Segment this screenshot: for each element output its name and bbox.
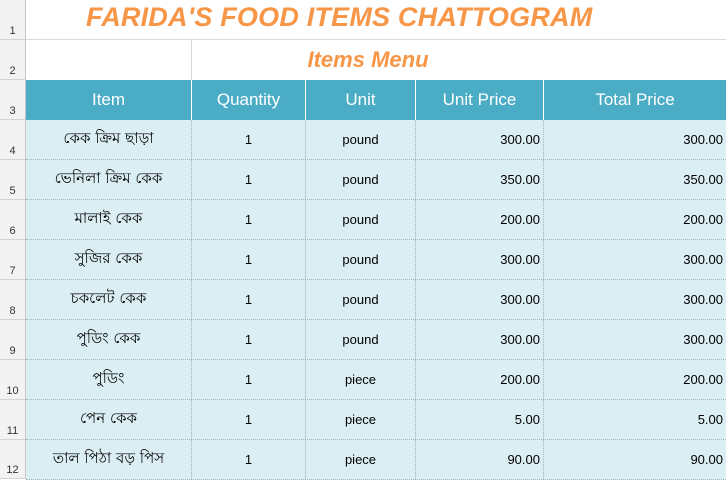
cell-unit-price[interactable]: 90.00 bbox=[416, 440, 544, 479]
cell-total-price[interactable]: 350.00 bbox=[544, 160, 726, 199]
cell-unit-price[interactable]: 5.00 bbox=[416, 400, 544, 439]
row-number[interactable]: 4 bbox=[0, 120, 25, 160]
cell-quantity[interactable]: 1 bbox=[192, 400, 306, 439]
cell-quantity[interactable]: 1 bbox=[192, 120, 306, 159]
row-number[interactable]: 3 bbox=[0, 80, 25, 120]
cell-total-price[interactable]: 5.00 bbox=[544, 400, 726, 439]
row-number[interactable]: 6 bbox=[0, 200, 25, 240]
cell-total-price[interactable]: 300.00 bbox=[544, 240, 726, 279]
table-row: সুজির কেক 1 pound 300.00 300.00 bbox=[26, 240, 726, 280]
cell-item[interactable]: ভেনিলা ক্রিম কেক bbox=[26, 160, 192, 199]
cell-item[interactable]: মালাই কেক bbox=[26, 200, 192, 239]
cell-quantity[interactable]: 1 bbox=[192, 280, 306, 319]
cell-item[interactable]: পুডিং bbox=[26, 360, 192, 399]
cell-quantity[interactable]: 1 bbox=[192, 360, 306, 399]
cell-unit-price[interactable]: 200.00 bbox=[416, 200, 544, 239]
table-row: মালাই কেক 1 pound 200.00 200.00 bbox=[26, 200, 726, 240]
cell-quantity[interactable]: 1 bbox=[192, 200, 306, 239]
cell-item[interactable]: পুডিং কেক bbox=[26, 320, 192, 359]
row-number[interactable]: 12 bbox=[0, 440, 25, 479]
cell-unit[interactable]: pound bbox=[306, 320, 416, 359]
row-number[interactable]: 11 bbox=[0, 400, 25, 440]
table-row: চকলেট কেক 1 pound 300.00 300.00 bbox=[26, 280, 726, 320]
cell-unit-price[interactable]: 300.00 bbox=[416, 240, 544, 279]
cell-item[interactable]: তাল পিঠা বড় পিস bbox=[26, 440, 192, 479]
cell-unit[interactable]: pound bbox=[306, 240, 416, 279]
cell-quantity[interactable]: 1 bbox=[192, 240, 306, 279]
sheet-title: FARIDA'S FOOD ITEMS CHATTOGRAM bbox=[86, 2, 593, 32]
cell-item[interactable]: পেন কেক bbox=[26, 400, 192, 439]
cell-unit[interactable]: pound bbox=[306, 200, 416, 239]
cell-unit-price[interactable]: 300.00 bbox=[416, 280, 544, 319]
cell-total-price[interactable]: 90.00 bbox=[544, 440, 726, 479]
table-row: তাল পিঠা বড় পিস 1 piece 90.00 90.00 bbox=[26, 440, 726, 480]
cell-item[interactable]: কেক ক্রিম ছাড়া bbox=[26, 120, 192, 159]
row-number[interactable]: 7 bbox=[0, 240, 25, 280]
cell-total-price[interactable]: 200.00 bbox=[544, 200, 726, 239]
table-row: কেক ক্রিম ছাড়া 1 pound 300.00 300.00 bbox=[26, 120, 726, 160]
cell-unit-price[interactable]: 200.00 bbox=[416, 360, 544, 399]
header-unit[interactable]: Unit bbox=[306, 80, 416, 120]
cell-item[interactable]: চকলেট কেক bbox=[26, 280, 192, 319]
cell-quantity[interactable]: 1 bbox=[192, 440, 306, 479]
cell-unit[interactable]: piece bbox=[306, 440, 416, 479]
row-number[interactable]: 9 bbox=[0, 320, 25, 360]
title-cell[interactable]: FARIDA'S FOOD ITEMS CHATTOGRAM bbox=[26, 0, 726, 40]
cell-unit[interactable]: pound bbox=[306, 280, 416, 319]
table-header: Item Quantity Unit Unit Price Total Pric… bbox=[26, 80, 726, 120]
menu-subtitle[interactable]: Items Menu bbox=[192, 40, 544, 80]
header-quantity[interactable]: Quantity bbox=[192, 80, 306, 120]
cell-e2[interactable] bbox=[544, 40, 726, 80]
table-row: পুডিং 1 piece 200.00 200.00 bbox=[26, 360, 726, 400]
row-number[interactable]: 10 bbox=[0, 360, 25, 400]
cell-total-price[interactable]: 300.00 bbox=[544, 120, 726, 159]
row-number[interactable]: 5 bbox=[0, 160, 25, 200]
cell-unit-price[interactable]: 350.00 bbox=[416, 160, 544, 199]
cell-unit-price[interactable]: 300.00 bbox=[416, 320, 544, 359]
cell-total-price[interactable]: 300.00 bbox=[544, 320, 726, 359]
cell-quantity[interactable]: 1 bbox=[192, 160, 306, 199]
cell-unit[interactable]: pound bbox=[306, 160, 416, 199]
header-item[interactable]: Item bbox=[26, 80, 192, 120]
cell-unit[interactable]: piece bbox=[306, 400, 416, 439]
cell-total-price[interactable]: 300.00 bbox=[544, 280, 726, 319]
cell-unit[interactable]: pound bbox=[306, 120, 416, 159]
header-total-price[interactable]: Total Price bbox=[544, 80, 726, 120]
cell-unit-price[interactable]: 300.00 bbox=[416, 120, 544, 159]
table-row: পেন কেক 1 piece 5.00 5.00 bbox=[26, 400, 726, 440]
cell-a2[interactable] bbox=[26, 40, 192, 80]
row-number[interactable]: 8 bbox=[0, 280, 25, 320]
cell-unit[interactable]: piece bbox=[306, 360, 416, 399]
row-number[interactable]: 2 bbox=[0, 40, 25, 80]
row-number[interactable]: 1 bbox=[0, 0, 25, 40]
table-row: পুডিং কেক 1 pound 300.00 300.00 bbox=[26, 320, 726, 360]
cell-quantity[interactable]: 1 bbox=[192, 320, 306, 359]
cell-total-price[interactable]: 200.00 bbox=[544, 360, 726, 399]
cell-item[interactable]: সুজির কেক bbox=[26, 240, 192, 279]
table-row: ভেনিলা ক্রিম কেক 1 pound 350.00 350.00 bbox=[26, 160, 726, 200]
header-unit-price[interactable]: Unit Price bbox=[416, 80, 544, 120]
